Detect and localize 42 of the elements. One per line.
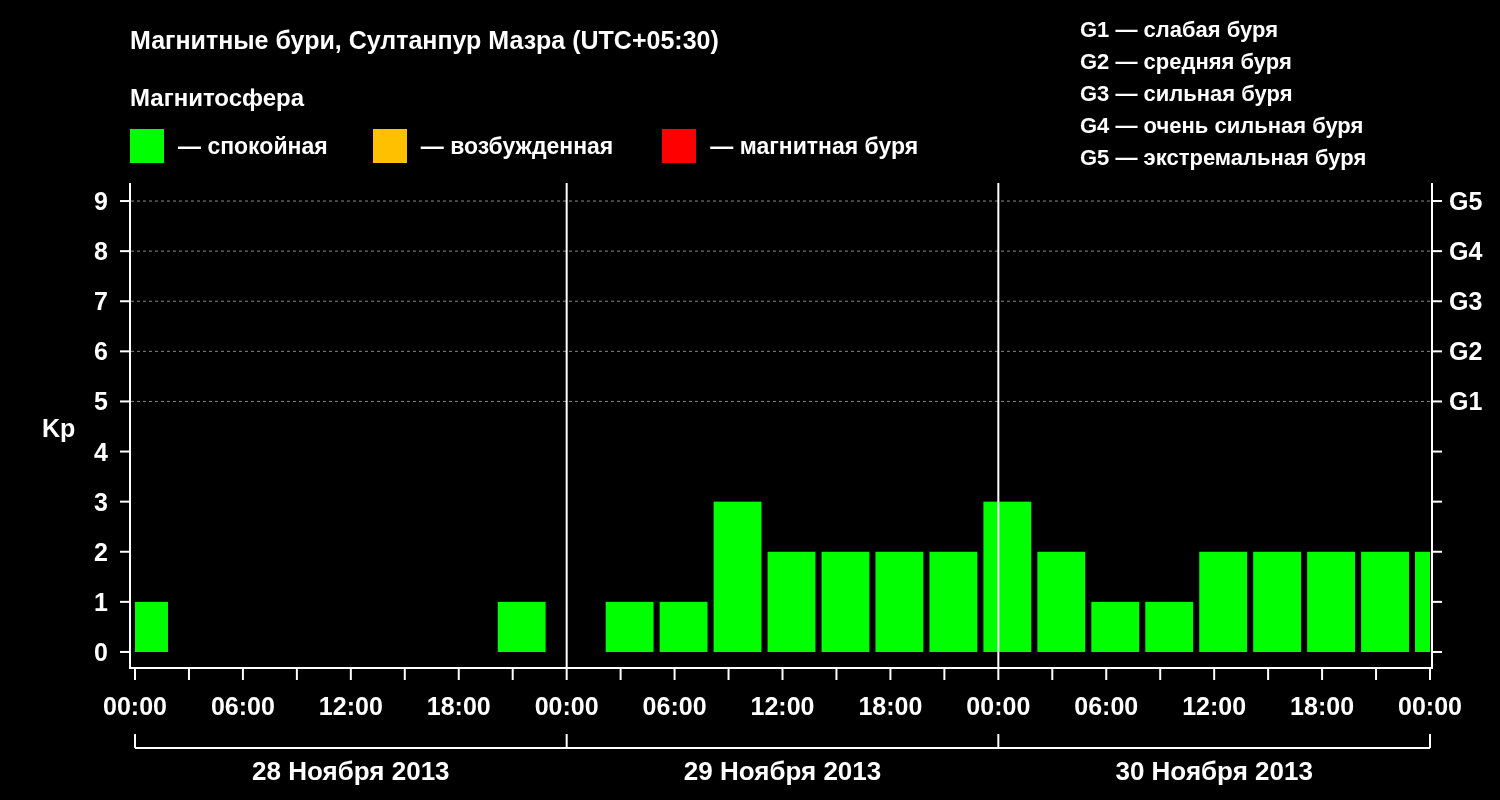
x-tick-label: 00:00 — [966, 692, 1031, 720]
y-tick-label: 5 — [94, 387, 108, 416]
y-tick-label: 6 — [94, 337, 108, 366]
y-axis-title: Kp — [42, 414, 76, 442]
storm-scale-item: G3 — сильная буря — [1080, 80, 1294, 108]
y-tick-label: 8 — [94, 237, 108, 266]
g-scale-label: G1 — [1449, 387, 1483, 416]
date-label: 29 Ноября 2013 — [683, 756, 882, 786]
storm-scale-item: G5 — экстремальная буря — [1080, 144, 1367, 172]
g-scale-label: G2 — [1449, 337, 1483, 366]
x-tick-label: 00:00 — [534, 692, 599, 720]
g-scale-label: G5 — [1449, 187, 1483, 216]
x-tick-label: 00:00 — [1398, 692, 1462, 720]
x-tick-label: 18:00 — [1290, 692, 1355, 720]
x-tick-label: 12:00 — [318, 692, 383, 720]
storm-scale-item: G1 — слабая буря — [1080, 16, 1280, 44]
x-tick-label: 12:00 — [1182, 692, 1247, 720]
x-tick-label: 06:00 — [210, 692, 275, 720]
date-label: 28 Ноября 2013 — [252, 756, 450, 786]
x-tick-label: 06:00 — [642, 692, 707, 720]
y-tick-label: 1 — [94, 587, 108, 616]
date-label: 30 Ноября 2013 — [1115, 756, 1313, 786]
y-tick-label: 9 — [94, 187, 108, 216]
legend-label: — возбужденная — [420, 131, 614, 161]
g-scale-label: G4 — [1449, 237, 1483, 266]
legend-title: Магнитосфера — [130, 83, 306, 113]
legend-label: — спокойная — [178, 131, 328, 161]
chart-title: Магнитные бури, Султанпур Мазра (UTC+05:30) — [130, 25, 720, 56]
x-tick-label: 00:00 — [103, 692, 167, 720]
storm-scale-item: G4 — очень сильная буря — [1080, 112, 1365, 140]
g-scale-label: G3 — [1449, 287, 1483, 316]
y-tick-label: 3 — [94, 487, 108, 516]
y-tick-label: 4 — [94, 437, 108, 466]
x-tick-label: 06:00 — [1074, 692, 1139, 720]
storm-scale-item: G2 — средняя буря — [1080, 48, 1293, 76]
y-tick-label: 0 — [94, 637, 108, 666]
y-tick-label: 7 — [94, 287, 108, 316]
x-tick-label: 18:00 — [858, 692, 923, 720]
legend-label: — магнитная буря — [710, 131, 919, 161]
x-tick-label: 18:00 — [426, 692, 491, 720]
x-tick-label: 12:00 — [750, 692, 815, 720]
y-tick-label: 2 — [94, 537, 108, 566]
